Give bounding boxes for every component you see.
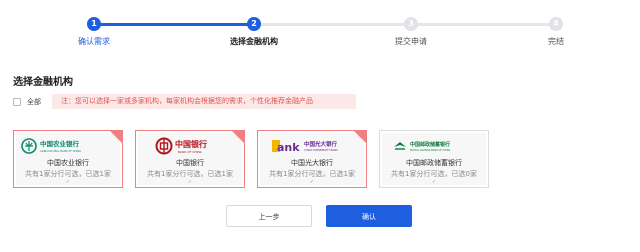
selected-corner-icon xyxy=(110,131,122,143)
boc-logo-icon: 中国银行 BANK OF CHINA xyxy=(138,137,242,155)
step-3-dot: 3 xyxy=(404,17,418,31)
psbc-logo-subtext: POSTAL SAVINGS BANK OF CHINA xyxy=(410,149,451,152)
stepper-line-complete xyxy=(94,23,254,26)
bank-name: 中国光大银行 xyxy=(291,159,333,167)
progress-stepper: 1 2 3 4 确认需求 选择金融机构 提交申请 完结 xyxy=(0,0,640,60)
bank-card-psbc[interactable]: 中国邮政储蓄银行 POSTAL SAVINGS BANK OF CHINA 中国… xyxy=(379,130,489,188)
step-4-dot: 4 xyxy=(549,17,563,31)
abc-logo-subtext: AGRICULTURAL BANK OF CHINA xyxy=(40,149,81,153)
card-body: 中国银行 BANK OF CHINA 中国银行 共有1家分行可选，已选1家 ✓ xyxy=(138,133,242,185)
abc-logo-icon: 中国农业银行 AGRICULTURAL BANK OF CHINA xyxy=(16,137,120,155)
card-body: 中国农业银行 AGRICULTURAL BANK OF CHINA 中国农业银行… xyxy=(16,133,120,185)
svg-text:ank: ank xyxy=(277,141,300,154)
psbc-logo-icon: 中国邮政储蓄银行 POSTAL SAVINGS BANK OF CHINA xyxy=(382,137,486,155)
card-body: ank 中国光大银行 CHINA EVERBRIGHT BANK 中国光大银行 … xyxy=(260,133,364,185)
step-1-label: 确认需求 xyxy=(78,37,110,46)
step-4-label: 完结 xyxy=(548,37,564,46)
bank-branch-info: 共有1家分行可选，已选1家 xyxy=(269,170,355,178)
step-2-label: 选择金融机构 xyxy=(230,37,278,46)
bank-selected-mark: ✓ xyxy=(431,179,437,185)
selected-corner-icon xyxy=(354,131,366,143)
bank-card-boc[interactable]: 中国银行 BANK OF CHINA 中国银行 共有1家分行可选，已选1家 ✓ xyxy=(135,130,245,188)
checkbox-box[interactable] xyxy=(13,98,21,106)
notice-banner: 注：您可以选择一家或多家机构，每家机构会根据您的需求，个性化推荐金融产品 xyxy=(52,94,356,109)
psbc-logo-text: 中国邮政储蓄银行 xyxy=(410,141,450,148)
select-all-checkbox[interactable]: 全部 xyxy=(13,97,41,107)
confirm-button[interactable]: 确认 xyxy=(326,205,412,227)
boc-logo-subtext: BANK OF CHINA xyxy=(178,150,203,154)
bank-selected-mark: ✓ xyxy=(65,179,71,185)
abc-logo-text: 中国农业银行 xyxy=(40,139,80,148)
ceb-logo-icon: ank 中国光大银行 CHINA EVERBRIGHT BANK xyxy=(260,137,364,155)
bank-branch-info: 共有1家分行可选，已选1家 xyxy=(147,170,233,178)
bank-name: 中国银行 xyxy=(176,159,204,167)
bank-name: 中国农业银行 xyxy=(47,159,89,167)
bank-card-abc[interactable]: 中国农业银行 AGRICULTURAL BANK OF CHINA 中国农业银行… xyxy=(13,130,123,188)
bank-card-ceb[interactable]: ank 中国光大银行 CHINA EVERBRIGHT BANK 中国光大银行 … xyxy=(257,130,367,188)
bank-name: 中国邮政储蓄银行 xyxy=(406,159,462,167)
step-2-dot: 2 xyxy=(247,17,261,31)
prev-step-button[interactable]: 上一步 xyxy=(226,205,312,227)
bank-selected-mark: ✓ xyxy=(187,179,193,185)
ceb-logo-text: 中国光大银行 xyxy=(304,140,338,148)
card-body: 中国邮政储蓄银行 POSTAL SAVINGS BANK OF CHINA 中国… xyxy=(382,133,486,185)
section-title: 选择金融机构 xyxy=(13,77,73,88)
select-all-label: 全部 xyxy=(27,98,41,106)
step-1-dot: 1 xyxy=(87,17,101,31)
step-3-label: 提交申请 xyxy=(395,37,427,46)
bank-branch-info: 共有1家分行可选，已选0家 xyxy=(391,170,477,178)
bank-branch-info: 共有1家分行可选，已选1家 xyxy=(25,170,111,178)
bank-selected-mark: ✓ xyxy=(309,179,315,185)
selected-corner-icon xyxy=(232,131,244,143)
ceb-logo-subtext: CHINA EVERBRIGHT BANK xyxy=(304,148,338,152)
boc-logo-text: 中国银行 xyxy=(175,139,207,149)
